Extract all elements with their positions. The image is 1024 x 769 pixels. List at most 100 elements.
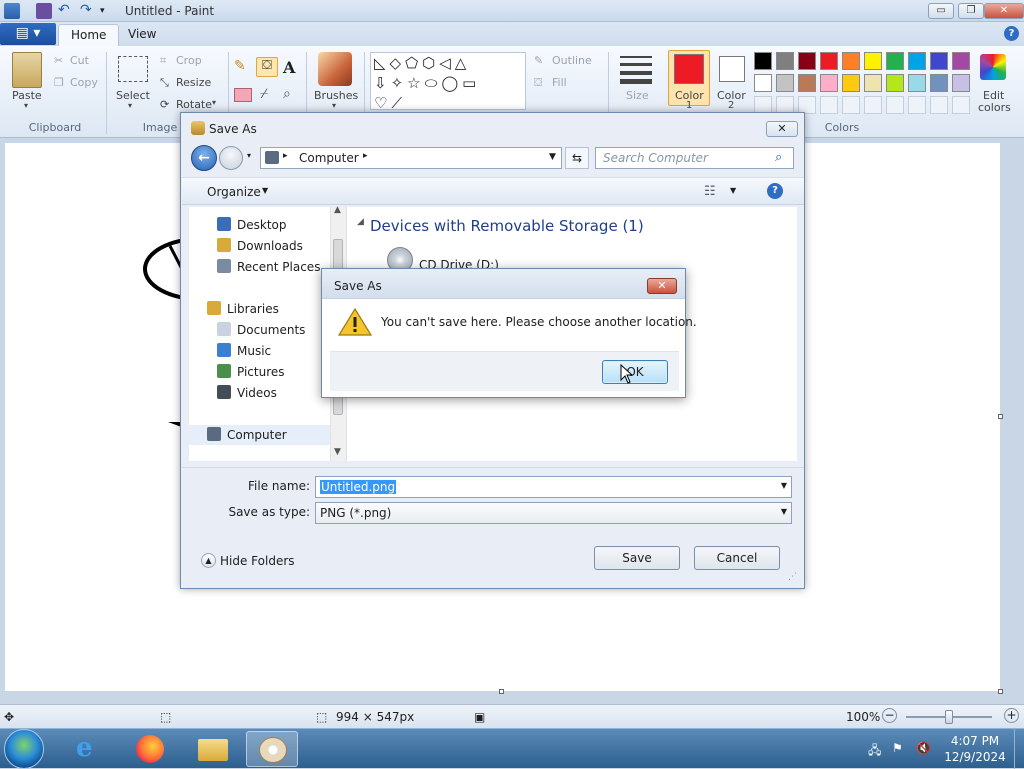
save-quick-icon[interactable] <box>36 3 52 19</box>
canvas-resize-handle[interactable] <box>998 414 1003 419</box>
breadcrumb-arrow-icon[interactable]: ▸ <box>363 151 368 161</box>
size-icon[interactable] <box>620 56 652 84</box>
search-input[interactable]: Search Computer <box>595 147 794 169</box>
fill-bucket-icon[interactable]: ⛋ <box>256 57 278 77</box>
select-button[interactable]: Select <box>116 89 150 102</box>
breadcrumb-computer[interactable]: Computer <box>299 151 359 165</box>
canvas-resize-handle[interactable] <box>998 689 1003 694</box>
file-name-dropdown-icon[interactable]: ▼ <box>781 481 787 490</box>
save-as-close-button[interactable]: ✕ <box>766 121 798 137</box>
nav-item-computer[interactable]: Computer <box>189 425 339 445</box>
nav-item-desktop[interactable]: Desktop <box>189 215 339 235</box>
paint-taskbar-icon[interactable] <box>246 731 298 767</box>
palette-swatch[interactable] <box>754 74 772 92</box>
hide-folders-icon[interactable]: ▲ <box>201 553 216 568</box>
scroll-down-arrow-icon[interactable]: ▼ <box>334 447 341 457</box>
crop-button[interactable]: Crop <box>176 54 202 67</box>
organize-dropdown-icon[interactable]: ▼ <box>262 186 268 195</box>
forward-button[interactable] <box>219 146 243 170</box>
palette-swatch[interactable] <box>820 74 838 92</box>
zoom-in-button[interactable]: + <box>1004 708 1019 723</box>
fill-button[interactable]: Fill <box>552 76 567 89</box>
cut-button[interactable]: Cut <box>70 54 89 67</box>
brushes-dropdown-icon[interactable]: ▾ <box>332 101 336 110</box>
text-tool-icon[interactable]: A <box>283 58 295 77</box>
view-options-icon[interactable]: ☷ <box>704 184 716 199</box>
palette-swatch-empty[interactable] <box>952 96 970 114</box>
file-explorer-icon[interactable] <box>186 731 238 767</box>
resize-button[interactable]: Resize <box>176 76 211 89</box>
back-button[interactable]: ← <box>191 145 217 171</box>
save-button[interactable]: Save <box>594 546 680 570</box>
palette-swatch[interactable] <box>952 74 970 92</box>
edit-colors-icon[interactable] <box>980 54 1006 80</box>
tab-view[interactable]: View <box>116 24 168 46</box>
customize-qat-icon[interactable]: ▾ <box>100 3 116 19</box>
organize-button[interactable]: Organize <box>207 185 261 199</box>
nav-item-documents[interactable]: Documents <box>189 320 339 340</box>
minimize-button[interactable]: ▭ <box>928 3 954 19</box>
nav-item-downloads[interactable]: Downloads <box>189 236 339 256</box>
palette-swatch[interactable] <box>952 52 970 70</box>
nav-item-music[interactable]: Music <box>189 341 339 361</box>
palette-swatch[interactable] <box>776 52 794 70</box>
action-center-flag-icon[interactable]: ⚑ <box>892 741 903 755</box>
view-dropdown-icon[interactable]: ▼ <box>730 186 736 195</box>
address-dropdown-icon[interactable]: ▼ <box>549 152 556 162</box>
network-icon[interactable]: 🖧 <box>868 741 881 762</box>
zoom-slider-thumb[interactable] <box>945 710 953 724</box>
nav-item-videos[interactable]: Videos <box>189 383 339 403</box>
palette-swatch[interactable] <box>776 74 794 92</box>
brushes-button[interactable]: Brushes <box>314 89 358 102</box>
palette-swatch[interactable] <box>842 52 860 70</box>
taskbar-clock[interactable]: 4:07 PM 12/9/2024 <box>940 733 1010 765</box>
select-dropdown-icon[interactable]: ▾ <box>128 101 132 110</box>
edit-colors-label-2[interactable]: colors <box>978 101 1011 114</box>
palette-swatch[interactable] <box>864 52 882 70</box>
copy-button[interactable]: Copy <box>70 76 98 89</box>
shapes-gallery[interactable]: ◺◇⬠⬡◁△ ⇩✧☆⬭◯▭ ♡⟋ <box>370 52 526 112</box>
palette-swatch[interactable] <box>908 52 926 70</box>
palette-swatch-empty[interactable] <box>820 96 838 114</box>
tab-home[interactable]: Home <box>58 24 120 46</box>
scroll-up-arrow-icon[interactable]: ▲ <box>334 205 341 215</box>
palette-swatch-empty[interactable] <box>842 96 860 114</box>
zoom-out-button[interactable]: − <box>882 708 897 723</box>
search-icon[interactable]: ⌕ <box>775 150 782 165</box>
nav-item-pictures[interactable]: Pictures <box>189 362 339 382</box>
help-icon[interactable]: ? <box>767 183 783 199</box>
palette-swatch[interactable] <box>754 52 772 70</box>
palette-swatch-empty[interactable] <box>886 96 904 114</box>
eraser-icon[interactable] <box>234 88 252 102</box>
palette-swatch[interactable] <box>798 52 816 70</box>
refresh-button[interactable]: ⇆ <box>565 147 589 169</box>
save-type-dropdown-icon[interactable]: ▼ <box>781 507 787 516</box>
select-icon[interactable] <box>118 56 148 82</box>
palette-swatch[interactable] <box>908 74 926 92</box>
rotate-button[interactable]: Rotate <box>176 98 212 111</box>
paste-dropdown-icon[interactable]: ▾ <box>24 101 28 110</box>
history-dropdown-icon[interactable]: ▾ <box>247 151 251 160</box>
paste-icon[interactable] <box>12 52 42 88</box>
firefox-icon[interactable] <box>124 731 176 767</box>
nav-item-recent-places[interactable]: Recent Places <box>189 257 339 277</box>
rotate-dropdown-icon[interactable]: ▾ <box>212 98 216 107</box>
paint-app-icon[interactable] <box>4 3 20 19</box>
color-picker-icon[interactable]: ⌿ <box>260 86 268 102</box>
collapse-group-icon[interactable]: ◢ <box>357 217 364 227</box>
ok-button[interactable]: OK <box>602 360 668 384</box>
palette-swatch[interactable] <box>798 74 816 92</box>
nav-item-libraries[interactable]: Libraries <box>189 299 339 319</box>
palette-swatch[interactable] <box>886 52 904 70</box>
close-window-button[interactable]: ✕ <box>984 3 1024 19</box>
address-bar[interactable]: ▸ Computer ▸ ▼ <box>260 147 562 169</box>
paint-menu-button[interactable]: ▤ ▾ <box>0 23 56 45</box>
magnifier-icon[interactable]: ⌕ <box>283 86 291 102</box>
hide-folders-button[interactable]: Hide Folders <box>220 554 295 568</box>
palette-swatch[interactable] <box>930 52 948 70</box>
error-dialog-close-button[interactable]: ✕ <box>647 278 677 294</box>
palette-swatch[interactable] <box>820 52 838 70</box>
canvas-resize-handle[interactable] <box>499 689 504 694</box>
resize-grip-icon[interactable]: ⋰ <box>788 572 797 582</box>
show-desktop-button[interactable] <box>1014 729 1024 769</box>
